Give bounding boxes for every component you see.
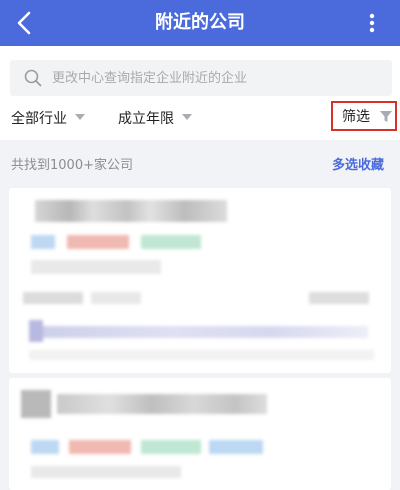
company-card[interactable] [9, 378, 391, 490]
caret-down-icon [182, 114, 192, 120]
app-header: 附近的公司 [0, 0, 400, 46]
multi-select-favorite-button[interactable]: 多选收藏 [332, 154, 384, 173]
funnel-icon [380, 111, 392, 122]
founded-filter[interactable]: 成立年限 [118, 102, 192, 140]
industry-filter[interactable]: 全部行业 [11, 102, 85, 140]
search-box[interactable] [10, 60, 392, 96]
more-vertical-icon[interactable] [362, 11, 382, 35]
caret-down-icon [75, 114, 85, 120]
founded-filter-label: 成立年限 [118, 111, 174, 127]
search-area [0, 46, 400, 102]
result-count: 共找到1000+家公司 [11, 158, 133, 173]
industry-filter-label: 全部行业 [11, 111, 67, 127]
company-card[interactable] [9, 188, 391, 373]
search-input[interactable] [52, 60, 382, 96]
screen-filter-label: 筛选 [342, 109, 370, 125]
screen-filter-button[interactable]: 筛选 [331, 101, 397, 131]
search-icon [24, 69, 42, 87]
page-title: 附近的公司 [155, 12, 245, 33]
result-summary: 共找到1000+家公司 多选收藏 [0, 140, 400, 184]
